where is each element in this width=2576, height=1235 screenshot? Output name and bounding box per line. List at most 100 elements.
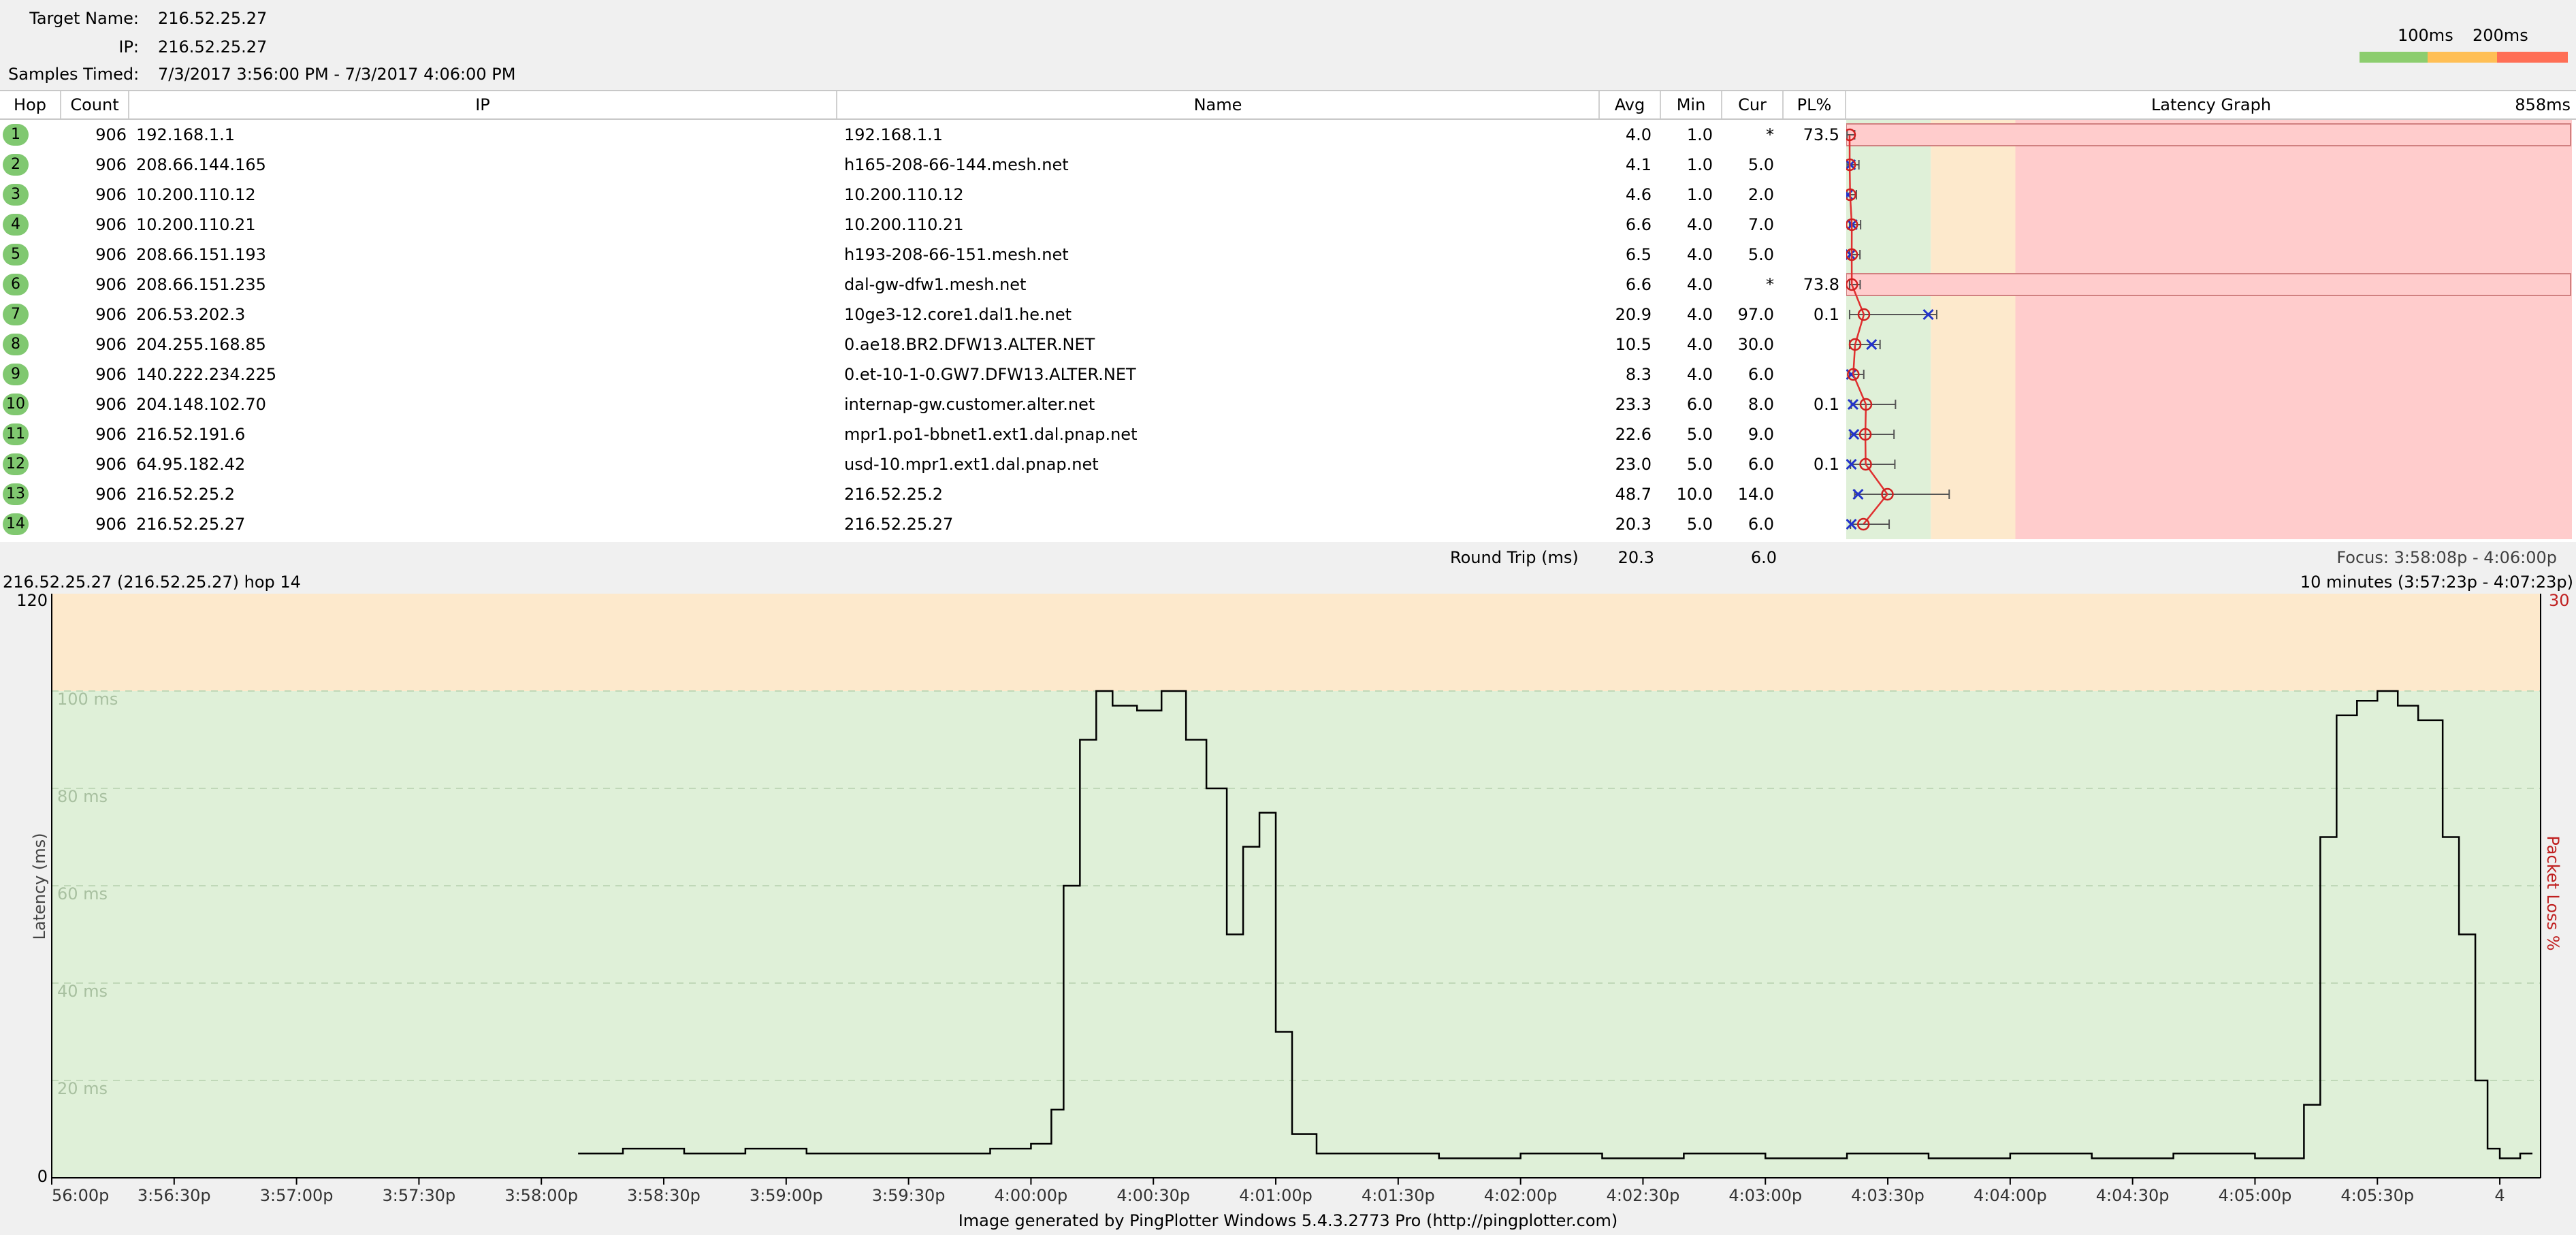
y-top-label: 120 <box>16 594 48 610</box>
column-hop[interactable]: Hop <box>0 91 61 118</box>
cell-cur: 8.0 <box>1748 395 1774 414</box>
cell-ip: 208.66.151.235 <box>136 275 266 294</box>
cell-avg: 23.0 <box>1615 455 1652 474</box>
legend-red-bar <box>2497 52 2568 63</box>
cell-cur: * <box>1766 125 1774 144</box>
cell-count: 906 <box>95 305 127 324</box>
cell-pl <box>1784 210 1839 240</box>
hop-number-badge: 12 <box>3 453 29 475</box>
cell-name: 10.200.110.12 <box>844 185 964 204</box>
cell-min: 4.0 <box>1686 365 1713 384</box>
chart-zone-warn <box>52 594 2541 691</box>
hop-number-badge: 14 <box>3 513 29 535</box>
y-axis-title: Latency (ms) <box>30 833 49 940</box>
column-count[interactable]: Count <box>61 91 129 118</box>
x-tick-label: 4:04:30p <box>2096 1186 2170 1205</box>
cell-avg: 8.3 <box>1625 365 1652 384</box>
detail-title: 216.52.25.27 (216.52.25.27) hop 14 <box>3 573 301 592</box>
cell-ip: 208.66.151.193 <box>136 245 266 264</box>
latency-timeline-chart[interactable]: 100 ms 80 ms 60 ms 40 ms 20 ms 120 0 30 Latency … <box>0 594 2576 1215</box>
cell-avg: 20.9 <box>1615 305 1652 324</box>
legend-yellow-bar <box>2428 52 2497 63</box>
trace-table: Hop Count IP Name Avg Min Cur PL% Latenc… <box>0 90 2576 573</box>
y-zero-label: 0 <box>37 1167 48 1186</box>
round-trip-cur: 6.0 <box>1750 548 1777 567</box>
x-tick-label: 4:02:00p <box>1484 1186 1558 1205</box>
focus-range[interactable]: Focus: 3:58:08p - 4:06:00p <box>2336 542 2557 573</box>
cell-ip: 216.52.25.2 <box>136 485 236 504</box>
ip-label: IP: <box>118 37 139 57</box>
table-header: Hop Count IP Name Avg Min Cur PL% Latenc… <box>0 91 2576 120</box>
chart-zone-good <box>52 691 2541 1178</box>
cell-pl <box>1784 479 1839 509</box>
latency-graph-title: Latency Graph <box>2151 95 2272 114</box>
footer-credit: Image generated by PingPlotter Windows 5… <box>958 1211 1618 1230</box>
target-name-label: Target Name: <box>29 9 139 28</box>
hop-number-badge: 2 <box>3 154 29 176</box>
cell-count: 906 <box>95 245 127 264</box>
column-cur[interactable]: Cur <box>1722 91 1784 118</box>
cell-name: 192.168.1.1 <box>844 125 944 144</box>
column-avg[interactable]: Avg <box>1600 91 1661 118</box>
x-tick-label: 4:01:30p <box>1362 1186 1435 1205</box>
x-tick-label: 4:04:00p <box>1974 1186 2047 1205</box>
x-tick-label: 4:00:00p <box>995 1186 1068 1205</box>
hop-number-badge: 9 <box>3 364 29 385</box>
graph-zone-warn <box>1931 120 2016 539</box>
cell-min: 4.0 <box>1686 335 1713 354</box>
cell-pl <box>1784 359 1839 389</box>
cell-name: 10.200.110.21 <box>844 215 964 234</box>
latency-graph-max: 858ms <box>2515 95 2571 114</box>
cell-name: usd-10.mpr1.ext1.dal.pnap.net <box>844 455 1099 474</box>
cell-ip: 140.222.234.225 <box>136 365 277 384</box>
cell-cur: 6.0 <box>1748 515 1774 534</box>
x-tick-label: 56:00p <box>52 1186 109 1205</box>
cell-count: 906 <box>95 335 127 354</box>
cell-cur: 2.0 <box>1748 185 1774 204</box>
x-tick-label: 4:05:30p <box>2340 1186 2414 1205</box>
y2-axis-title: Packet Loss % <box>2543 835 2562 950</box>
cell-ip: 10.200.110.21 <box>136 215 256 234</box>
cell-cur: 5.0 <box>1748 155 1774 174</box>
cell-name: 0.ae18.BR2.DFW13.ALTER.NET <box>844 335 1095 354</box>
cell-pl <box>1784 240 1839 270</box>
y2-top-label: 30 <box>2549 594 2570 610</box>
hop-number-badge: 8 <box>3 334 29 355</box>
column-min[interactable]: Min <box>1661 91 1722 118</box>
x-tick-label: 3:59:00p <box>750 1186 823 1205</box>
cell-avg: 6.5 <box>1625 245 1652 264</box>
x-tick-label: 4:02:30p <box>1607 1186 1680 1205</box>
legend-green-bar <box>2360 52 2428 63</box>
cell-cur: * <box>1766 275 1774 294</box>
cell-avg: 6.6 <box>1625 275 1652 294</box>
column-pl[interactable]: PL% <box>1784 91 1846 118</box>
cell-count: 906 <box>95 365 127 384</box>
cell-name: 216.52.25.27 <box>844 515 954 534</box>
cell-name: h193-208-66-151.mesh.net <box>844 245 1069 264</box>
detail-time-range[interactable]: 10 minutes (3:57:23p - 4:07:23p) <box>2300 571 2573 594</box>
column-ip[interactable]: IP <box>129 91 837 118</box>
cell-pl <box>1784 509 1839 539</box>
x-tick-label: 3:58:00p <box>504 1186 578 1205</box>
x-tick-label: 4:05:00p <box>2219 1186 2292 1205</box>
cell-name: dal-gw-dfw1.mesh.net <box>844 275 1027 294</box>
cell-avg: 4.0 <box>1625 125 1652 144</box>
x-tick-label: 4:01:00p <box>1239 1186 1313 1205</box>
cell-min: 5.0 <box>1686 455 1713 474</box>
column-name[interactable]: Name <box>837 91 1600 118</box>
cell-pl: 0.1 <box>1813 305 1839 324</box>
cell-min: 1.0 <box>1686 185 1713 204</box>
cell-count: 906 <box>95 515 127 534</box>
cell-count: 906 <box>95 395 127 414</box>
x-tick-label: 4:03:30p <box>1851 1186 1925 1205</box>
packet-loss-bar <box>1846 273 2571 296</box>
column-latency-graph[interactable]: Latency Graph 858ms <box>1846 91 2576 118</box>
cell-pl <box>1784 419 1839 449</box>
cell-min: 6.0 <box>1686 395 1713 414</box>
grid-label: 100 ms <box>57 690 118 709</box>
hop-number-badge: 10 <box>3 394 29 415</box>
ip-value: 216.52.25.27 <box>158 37 268 57</box>
cell-pl: 73.5 <box>1803 125 1839 144</box>
cell-min: 1.0 <box>1686 155 1713 174</box>
x-tick-label: 3:56:30p <box>138 1186 211 1205</box>
